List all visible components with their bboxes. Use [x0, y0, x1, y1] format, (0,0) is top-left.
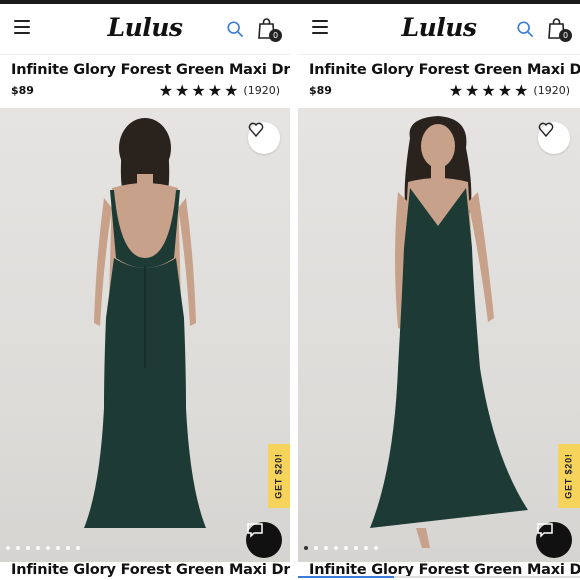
promo-label: GET $20! — [564, 453, 575, 499]
search-icon[interactable] — [226, 20, 244, 38]
carousel-dot[interactable] — [314, 546, 318, 550]
product-image[interactable]: GET $20! — [298, 108, 580, 562]
star-rating-icon: ★★★★★ — [448, 81, 531, 100]
carousel-dot[interactable] — [344, 546, 348, 550]
product-image[interactable]: GET $20! — [0, 108, 290, 562]
product-title: Infinite Glory Forest Green Maxi Dress — [11, 62, 290, 78]
carousel-dot[interactable] — [354, 546, 358, 550]
site-header: Lulus 0 — [0, 4, 290, 50]
menu-icon[interactable] — [14, 20, 30, 34]
site-header: Lulus 0 — [298, 4, 580, 50]
review-count: (1920) — [243, 84, 280, 97]
search-icon[interactable] — [516, 20, 534, 38]
chat-icon[interactable] — [246, 522, 282, 558]
carousel-dot[interactable] — [26, 546, 30, 550]
carousel-dot[interactable] — [334, 546, 338, 550]
carousel-dot[interactable] — [6, 546, 10, 550]
panel-divider — [290, 4, 298, 580]
promo-label: GET $20! — [274, 453, 285, 499]
brand-logo[interactable]: Lulus — [401, 13, 477, 42]
promo-tab[interactable]: GET $20! — [558, 444, 580, 508]
header-divider — [298, 54, 580, 55]
scroll-progress-bar — [298, 576, 580, 578]
dress-front-illustration — [370, 116, 528, 548]
carousel-dot[interactable] — [324, 546, 328, 550]
cart-count-badge: 0 — [269, 29, 282, 42]
carousel-dots[interactable] — [6, 546, 80, 550]
wishlist-heart-icon[interactable] — [248, 122, 280, 154]
product-screen-front-view: Lulus 0 Infinite Glory Forest Green Maxi… — [298, 4, 580, 580]
brand-logo[interactable]: Lulus — [107, 13, 183, 42]
carousel-dots[interactable] — [304, 546, 378, 550]
carousel-dot[interactable] — [56, 546, 60, 550]
carousel-dot[interactable] — [16, 546, 20, 550]
cart-count-badge: 0 — [559, 29, 572, 42]
product-rating[interactable]: ★★★★★ (1920) — [159, 81, 280, 100]
menu-icon[interactable] — [312, 20, 328, 34]
next-product-title[interactable]: Infinite Glory Forest Green Maxi Dress — [11, 562, 290, 578]
dress-back-illustration — [84, 118, 206, 528]
wishlist-heart-icon[interactable] — [538, 122, 570, 154]
star-rating-icon: ★★★★★ — [158, 81, 241, 100]
carousel-dot[interactable] — [364, 546, 368, 550]
carousel-dot[interactable] — [304, 546, 308, 550]
carousel-dot[interactable] — [374, 546, 378, 550]
product-price: $89 — [309, 84, 332, 97]
chat-icon[interactable] — [536, 522, 572, 558]
product-rating[interactable]: ★★★★★ (1920) — [449, 81, 570, 100]
scroll-progress-fill — [298, 576, 394, 578]
product-title: Infinite Glory Forest Green Maxi Dress — [309, 62, 580, 78]
carousel-dot[interactable] — [66, 546, 70, 550]
review-count: (1920) — [533, 84, 570, 97]
header-divider — [0, 54, 290, 55]
product-price: $89 — [11, 84, 34, 97]
carousel-dot[interactable] — [46, 546, 50, 550]
carousel-dot[interactable] — [36, 546, 40, 550]
promo-tab[interactable]: GET $20! — [268, 444, 290, 508]
carousel-dot[interactable] — [76, 546, 80, 550]
product-screen-back-view: Lulus 0 Infinite Glory Forest Green Maxi… — [0, 4, 290, 580]
